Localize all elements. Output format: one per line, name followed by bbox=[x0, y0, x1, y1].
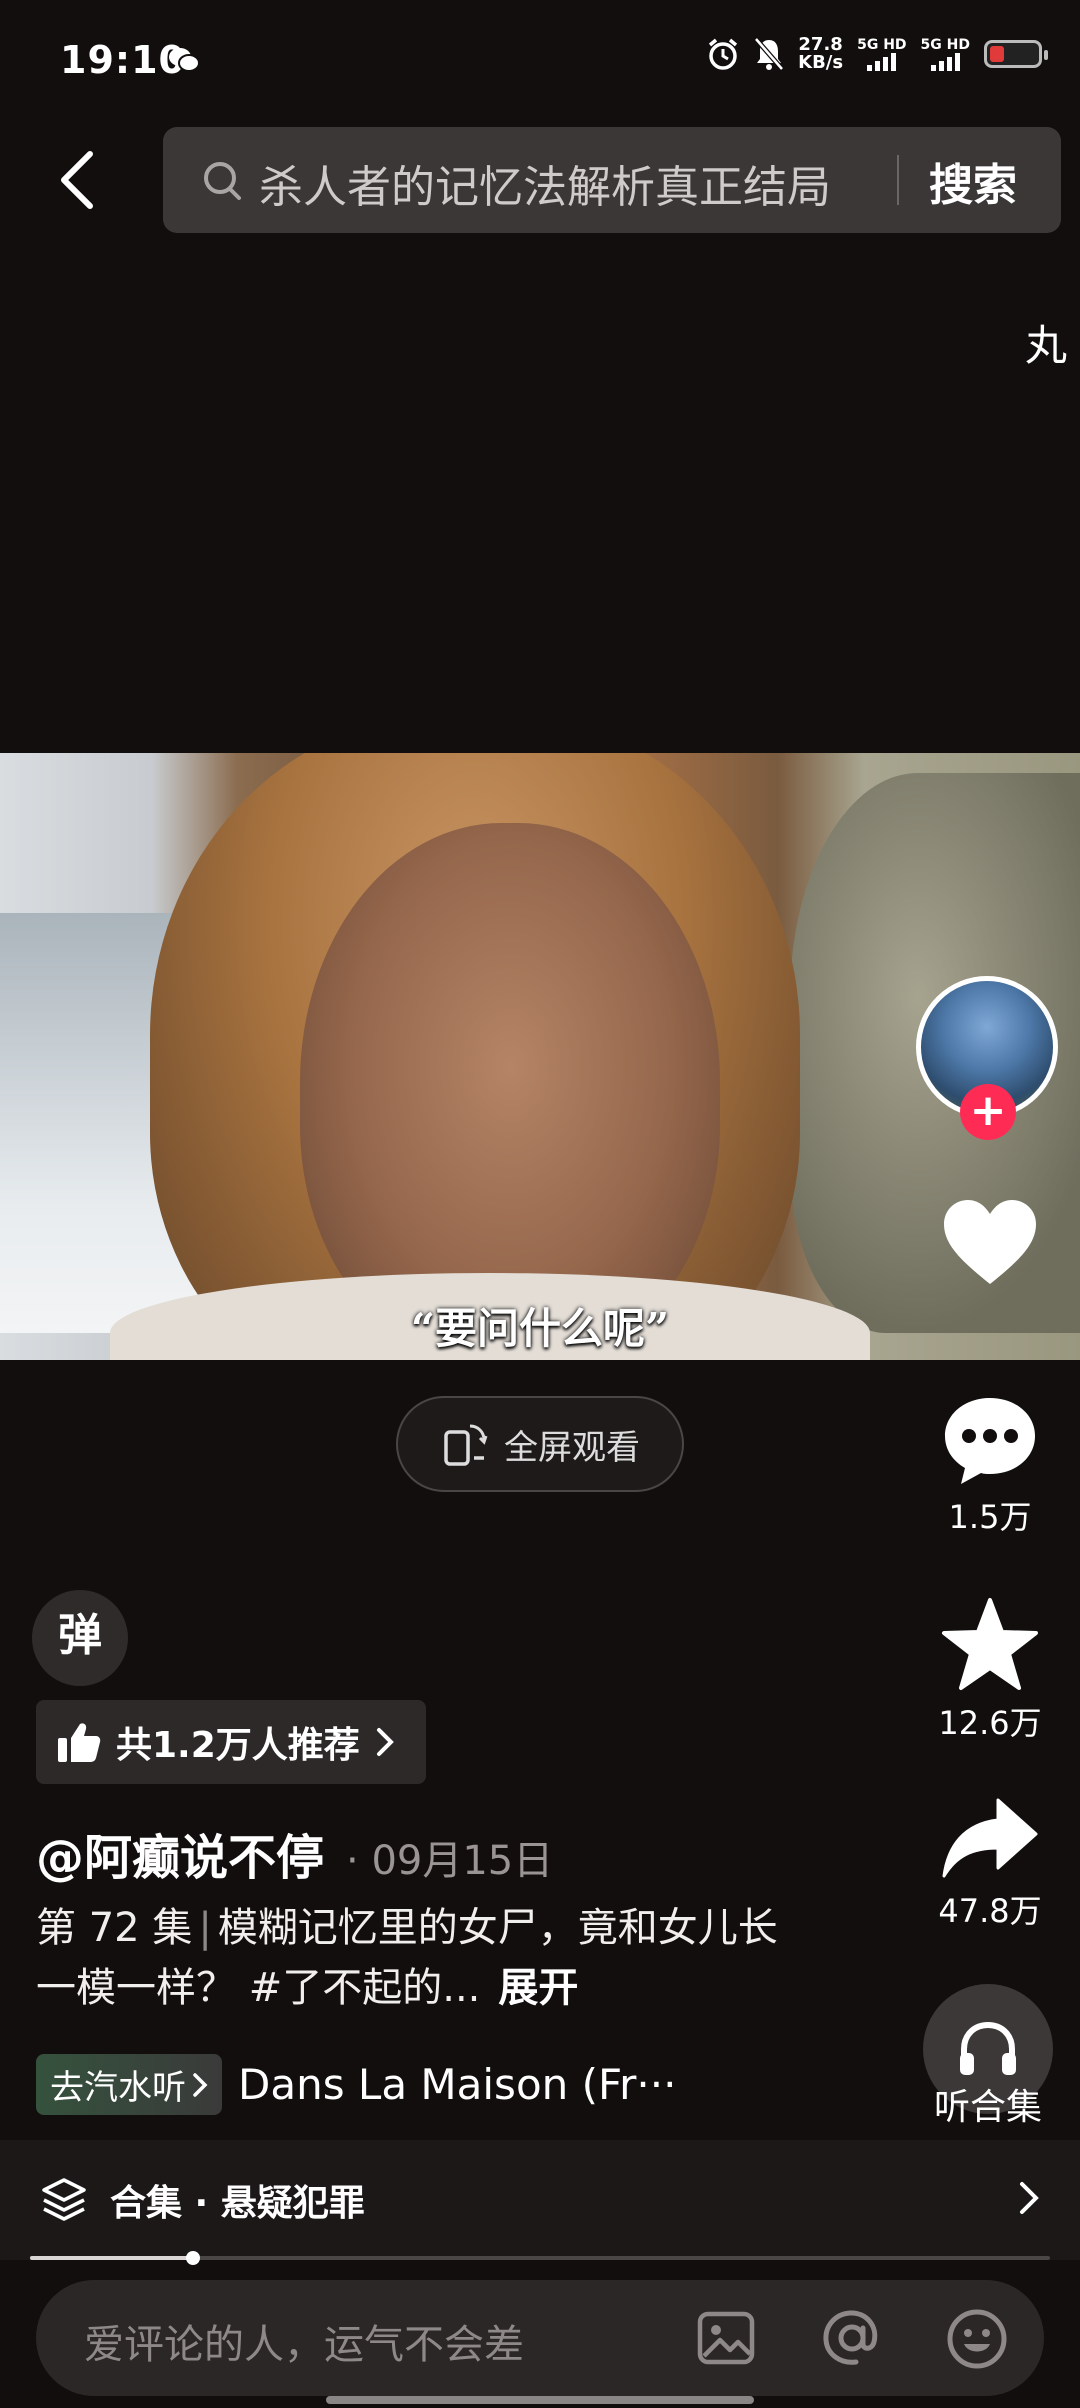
chevron-right-icon bbox=[193, 2072, 208, 2097]
image-icon[interactable] bbox=[696, 2308, 756, 2368]
collection-bar[interactable]: 合集 · 悬疑犯罪 bbox=[0, 2140, 1080, 2260]
like-button[interactable] bbox=[910, 1196, 1070, 1288]
comment-bubble-icon bbox=[945, 1398, 1035, 1484]
favorite-button[interactable]: 12.6万 bbox=[910, 1596, 1070, 1744]
mention-at-icon[interactable] bbox=[820, 2308, 884, 2368]
status-icons: 27.8 KB/s 5G HD 5G HD bbox=[706, 34, 1048, 73]
follow-plus-button[interactable]: + bbox=[960, 1084, 1016, 1140]
search-query-text[interactable]: 杀人者的记忆法解析真正结局 bbox=[259, 151, 831, 215]
expand-button[interactable]: 展开 bbox=[480, 1965, 578, 2011]
chevron-right-icon bbox=[1020, 2182, 1039, 2214]
progress-knob[interactable] bbox=[186, 2251, 201, 2265]
network-speed: 27.8 KB/s bbox=[798, 34, 844, 73]
recommend-pill[interactable]: 共1.2万人推荐 bbox=[36, 1700, 426, 1784]
next-tab-edge-text: 丸 bbox=[1025, 321, 1068, 370]
playback-progress-bar[interactable] bbox=[30, 2251, 1050, 2265]
share-count: 47.8万 bbox=[938, 1892, 1042, 1930]
comment-input-bar[interactable]: 爱评论的人，运气不会差 bbox=[36, 2280, 1044, 2396]
collection-label: 合集 · 悬疑犯罪 bbox=[110, 2183, 365, 2224]
comment-count: 1.5万 bbox=[948, 1498, 1032, 1536]
episode-number: 第 72 集 bbox=[36, 1905, 193, 1951]
share-arrow-icon bbox=[942, 1798, 1038, 1878]
episode-separator: | bbox=[198, 1905, 212, 1951]
comment-button[interactable]: 1.5万 bbox=[910, 1394, 1070, 1538]
star-icon bbox=[942, 1598, 1038, 1690]
home-indicator[interactable] bbox=[326, 2396, 754, 2404]
headphones-icon bbox=[960, 2021, 1016, 2075]
author-line: @阿癫说不停 · 09月15日 bbox=[36, 1818, 553, 1888]
listen-collection-button[interactable]: 听合集 bbox=[916, 1984, 1060, 2130]
heart-icon bbox=[944, 1200, 1036, 1284]
share-button[interactable]: 47.8万 bbox=[910, 1796, 1070, 1932]
favorite-count: 12.6万 bbox=[938, 1704, 1042, 1742]
signal-sim2: 5G HD bbox=[921, 37, 970, 71]
music-row[interactable]: 去汽水听 Dans La Maison (Fr··· bbox=[36, 2054, 676, 2115]
search-icon bbox=[204, 162, 241, 200]
chevron-right-icon bbox=[376, 1728, 394, 1756]
signal-bars-icon bbox=[867, 53, 897, 71]
progress-fill bbox=[30, 2256, 194, 2260]
layers-icon bbox=[42, 2178, 86, 2221]
qishui-label: 去汽水听 bbox=[50, 2068, 186, 2108]
listen-collection-label: 听合集 bbox=[933, 2087, 1042, 2128]
signal-bars-icon bbox=[930, 53, 960, 71]
signal-sim1: 5G HD bbox=[857, 37, 907, 71]
back-arrow-icon[interactable] bbox=[48, 148, 112, 212]
danmaku-label: 弹 bbox=[58, 1610, 102, 1661]
author-name[interactable]: @阿癫说不停 bbox=[36, 1818, 324, 1888]
comment-placeholder[interactable]: 爱评论的人，运气不会差 bbox=[84, 2312, 524, 2370]
search-bar[interactable]: 杀人者的记忆法解析真正结局 搜索 bbox=[163, 127, 1061, 233]
emoji-icon[interactable] bbox=[946, 2308, 1008, 2370]
fullscreen-label: 全屏观看 bbox=[504, 1427, 640, 1468]
mute-bell-icon bbox=[754, 37, 785, 71]
song-title: Dans La Maison (Fr··· bbox=[238, 2060, 677, 2109]
danmaku-toggle[interactable]: 弹 bbox=[32, 1590, 128, 1686]
status-bar: 19:10 27.8 KB/s 5G HD 5G HD bbox=[0, 0, 1080, 120]
recommend-label: 共1.2万人推荐 bbox=[116, 1725, 360, 1766]
post-date: · 09月15日 bbox=[346, 1838, 554, 1884]
post-description[interactable]: 第 72 集 | 模糊记忆里的女尸，竟和女儿长一模一样？ #了不起的... 展开 bbox=[36, 1898, 796, 2018]
fullscreen-button[interactable]: 全屏观看 bbox=[396, 1396, 684, 1492]
search-button[interactable]: 搜索 bbox=[929, 149, 1017, 213]
alarm-icon bbox=[709, 38, 738, 70]
thumbs-up-icon bbox=[58, 1723, 101, 1762]
video-player-screen: 19:10 27.8 KB/s 5G HD 5G HD 杀人者的记忆法解析真正结… bbox=[0, 0, 1080, 2408]
qishui-tag[interactable]: 去汽水听 bbox=[36, 2054, 222, 2115]
rotate-phone-icon bbox=[444, 1424, 488, 1466]
video-subtitle: “要问什么呢” bbox=[410, 1304, 670, 1353]
battery-icon bbox=[984, 40, 1048, 68]
wechat-icon bbox=[169, 48, 200, 72]
search-divider bbox=[897, 155, 899, 205]
